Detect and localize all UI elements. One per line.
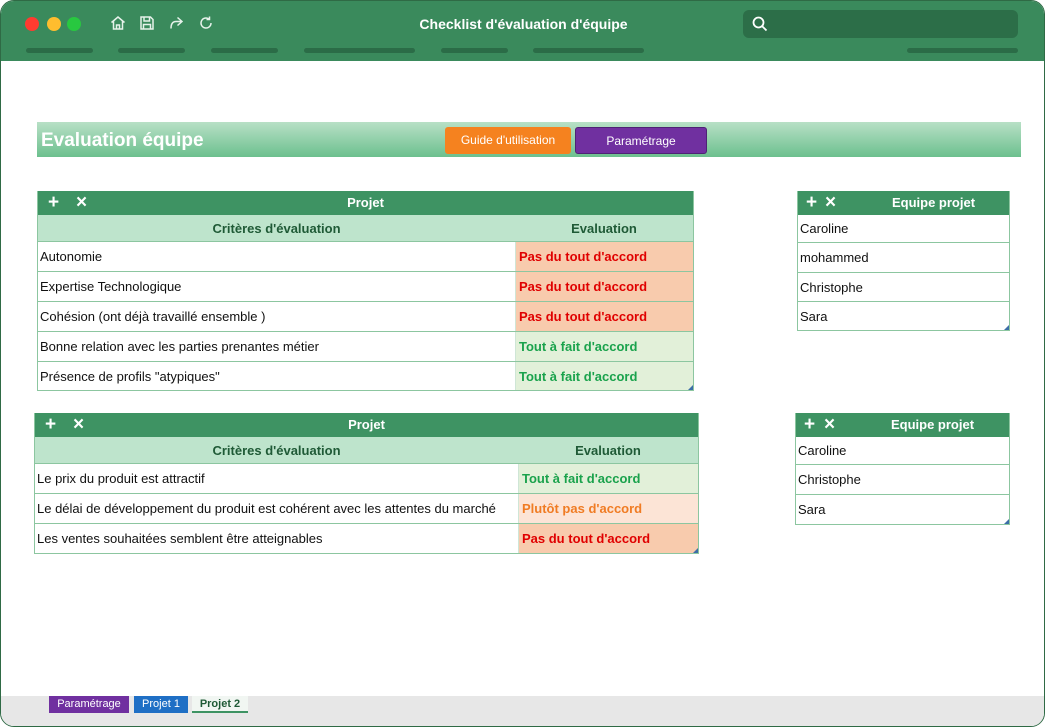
add-member-icon[interactable]: +: [806, 191, 817, 215]
page-title: Evaluation équipe: [41, 130, 204, 151]
search-box[interactable]: [743, 10, 1018, 38]
evaluation-cell[interactable]: Pas du tout d'accord: [516, 302, 693, 331]
table-row[interactable]: Le prix du produit est attractif Tout à …: [35, 463, 698, 493]
team-table-1: + × Equipe projet Caroline mohammed Chri…: [797, 191, 1010, 331]
evaluation-cell[interactable]: Tout à fait d'accord: [519, 464, 698, 493]
criterion-cell[interactable]: Les ventes souhaitées semblent être atte…: [35, 524, 519, 553]
table-resize-handle[interactable]: [688, 385, 693, 390]
home-icon[interactable]: [109, 14, 127, 32]
criterion-cell[interactable]: Le prix du produit est attractif: [35, 464, 519, 493]
add-member-icon[interactable]: +: [804, 413, 815, 437]
table-resize-handle[interactable]: [693, 548, 698, 553]
table-row[interactable]: Les ventes souhaitées semblent être atte…: [35, 523, 698, 553]
table-title: Equipe projet: [890, 417, 975, 432]
criterion-cell[interactable]: Le délai de développement du produit est…: [35, 494, 519, 523]
criterion-cell[interactable]: Expertise Technologique: [38, 272, 516, 301]
table-row[interactable]: Autonomie Pas du tout d'accord: [38, 241, 693, 271]
menu-placeholder[interactable]: [533, 48, 644, 53]
table-title: Equipe projet: [891, 195, 976, 210]
column-header-criteria: Critères d'évaluation: [212, 442, 341, 458]
sheet-tab-projet-2[interactable]: Projet 2: [192, 696, 248, 713]
sheet-tab-parametrage[interactable]: Paramétrage: [49, 696, 129, 713]
table-row[interactable]: Expertise Technologique Pas du tout d'ac…: [38, 271, 693, 301]
table-header: + × Projet: [38, 191, 693, 215]
project-table-2: + × Projet Critères d'évaluation Evaluat…: [34, 413, 699, 554]
column-headers: Critères d'évaluation Evaluation: [38, 215, 693, 241]
settings-button[interactable]: Paramétrage: [575, 127, 707, 154]
title-bar: Checklist d'évaluation d'équipe: [1, 1, 1044, 61]
team-member[interactable]: Sara: [796, 494, 1009, 524]
search-icon: [752, 16, 768, 32]
table-resize-handle[interactable]: [1004, 325, 1009, 330]
team-member[interactable]: Christophe: [796, 464, 1009, 494]
menu-placeholder[interactable]: [304, 48, 415, 53]
delete-member-icon[interactable]: ×: [825, 191, 836, 215]
guide-button[interactable]: Guide d'utilisation: [445, 127, 571, 154]
team-table-2: + × Equipe projet Caroline Christophe Sa…: [795, 413, 1010, 525]
criterion-cell[interactable]: Bonne relation avec les parties prenante…: [38, 332, 516, 361]
close-window-button[interactable]: [25, 17, 39, 31]
table-row[interactable]: Bonne relation avec les parties prenante…: [38, 331, 693, 361]
table-row[interactable]: Le délai de développement du produit est…: [35, 493, 698, 523]
menu-placeholder[interactable]: [26, 48, 93, 53]
minimize-window-button[interactable]: [47, 17, 61, 31]
window-title: Checklist d'évaluation d'équipe: [419, 16, 628, 32]
team-member[interactable]: Christophe: [798, 272, 1009, 301]
table-header: + × Equipe projet: [796, 413, 1009, 437]
sheet-tab-projet-1[interactable]: Projet 1: [134, 696, 188, 713]
team-member[interactable]: Sara: [798, 301, 1009, 330]
team-member[interactable]: mohammed: [798, 242, 1009, 272]
column-headers: Critères d'évaluation Evaluation: [35, 437, 698, 463]
criterion-cell[interactable]: Autonomie: [38, 242, 516, 271]
menu-placeholder[interactable]: [211, 48, 278, 53]
table-header: + × Equipe projet: [798, 191, 1009, 215]
team-member[interactable]: Caroline: [796, 437, 1009, 464]
column-header-evaluation: Evaluation: [575, 442, 641, 458]
column-header-criteria: Critères d'évaluation: [212, 220, 341, 236]
share-icon[interactable]: [167, 14, 185, 32]
team-member[interactable]: Caroline: [798, 215, 1009, 242]
table-title: Projet: [348, 417, 385, 432]
sheet-tab-bar: Paramétrage Projet 1 Projet 2: [1, 696, 1044, 726]
evaluation-cell[interactable]: Tout à fait d'accord: [516, 332, 693, 361]
criterion-cell[interactable]: Présence de profils "atypiques": [38, 362, 516, 390]
evaluation-cell[interactable]: Pas du tout d'accord: [516, 242, 693, 271]
project-table-1: + × Projet Critères d'évaluation Evaluat…: [37, 191, 694, 391]
maximize-window-button[interactable]: [67, 17, 81, 31]
delete-member-icon[interactable]: ×: [824, 413, 835, 437]
evaluation-cell[interactable]: Pas du tout d'accord: [519, 524, 698, 553]
evaluation-cell[interactable]: Pas du tout d'accord: [516, 272, 693, 301]
menu-placeholder[interactable]: [441, 48, 508, 53]
evaluation-cell[interactable]: Tout à fait d'accord: [516, 362, 693, 390]
menu-placeholder[interactable]: [118, 48, 185, 53]
refresh-icon[interactable]: [197, 14, 215, 32]
app-window: Checklist d'évaluation d'équipe Evaluati…: [0, 0, 1045, 727]
table-row[interactable]: Présence de profils "atypiques" Tout à f…: [38, 361, 693, 390]
save-icon[interactable]: [138, 14, 156, 32]
table-row[interactable]: Cohésion (ont déjà travaillé ensemble ) …: [38, 301, 693, 331]
column-header-evaluation: Evaluation: [571, 220, 637, 236]
table-title: Projet: [347, 195, 384, 210]
table-header: + × Projet: [35, 413, 698, 437]
menu-placeholder[interactable]: [907, 48, 1018, 53]
evaluation-cell[interactable]: Plutôt pas d'accord: [519, 494, 698, 523]
table-resize-handle[interactable]: [1004, 519, 1009, 524]
header-band: Evaluation équipe Guide d'utilisation Pa…: [37, 122, 1021, 157]
criterion-cell[interactable]: Cohésion (ont déjà travaillé ensemble ): [38, 302, 516, 331]
